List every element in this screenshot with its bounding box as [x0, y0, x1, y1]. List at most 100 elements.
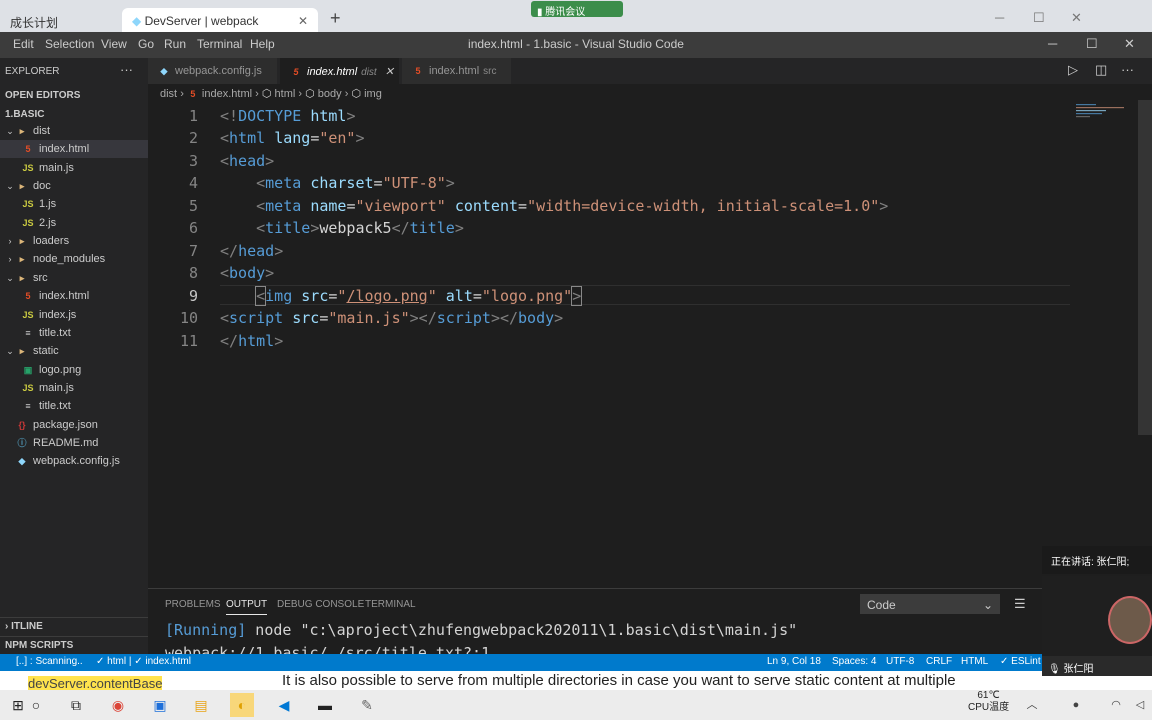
- photos-icon[interactable]: ▣: [148, 693, 172, 717]
- code-line[interactable]: <meta charset="UTF-8">: [220, 174, 455, 192]
- tab-output[interactable]: OUTPUT: [226, 599, 268, 615]
- tab-problems[interactable]: PROBLEMS: [165, 599, 221, 610]
- tab-debug-console[interactable]: DEBUG CONSOLE: [277, 599, 364, 610]
- breadcrumb-item[interactable]: index.html: [202, 88, 252, 100]
- more-actions-icon[interactable]: ···: [1121, 62, 1134, 77]
- output-channel-select[interactable]: Code ⌄: [860, 594, 1000, 614]
- tab-index-html-dist[interactable]: 5 index.html dist ✕: [280, 58, 400, 84]
- status-language[interactable]: HTML: [961, 656, 988, 667]
- chevron-down-icon: ⌄: [982, 598, 993, 612]
- maximize-icon[interactable]: ☐: [1033, 10, 1045, 26]
- tree-item[interactable]: ≡ title.txt: [0, 397, 148, 415]
- browser-tab-active[interactable]: ◆ DevServer | webpack ✕: [122, 8, 318, 32]
- tree-item[interactable]: JS main.js: [0, 379, 148, 397]
- new-tab-button[interactable]: +: [330, 8, 341, 29]
- tab-index-html-src[interactable]: 5 index.html src: [402, 58, 512, 84]
- tree-item[interactable]: JS index.js: [0, 306, 148, 324]
- tree-item[interactable]: ▣ logo.png: [0, 361, 148, 379]
- status-indentation[interactable]: Spaces: 4: [832, 656, 876, 667]
- menu-selection[interactable]: Selection: [45, 37, 94, 51]
- search-icon[interactable]: ○: [24, 693, 48, 717]
- status-html-check[interactable]: ✓ html | ✓ index.html: [96, 656, 191, 667]
- tree-item[interactable]: ⌄ ▸ doc: [0, 177, 148, 195]
- tree-item[interactable]: › ▸ loaders: [0, 232, 148, 250]
- file-explorer-icon[interactable]: ▤: [189, 693, 213, 717]
- status-eslint[interactable]: ✓ ESLint: [1000, 656, 1041, 667]
- code-line[interactable]: <img src="/logo.png" alt="logo.png">: [220, 286, 583, 306]
- menu-view[interactable]: View: [101, 37, 127, 51]
- minimap[interactable]: [1076, 104, 1132, 118]
- code-line[interactable]: <body>: [220, 264, 274, 282]
- markdown-file-icon: ⓘ: [17, 437, 27, 448]
- tree-item[interactable]: JS main.js: [0, 159, 148, 177]
- wifi-icon[interactable]: ◠: [1104, 693, 1128, 717]
- list-icon[interactable]: ☰: [1014, 596, 1026, 612]
- breadcrumb-item[interactable]: dist: [160, 88, 177, 100]
- more-actions-icon[interactable]: ···: [120, 62, 133, 77]
- element-icon: ⬡: [305, 88, 318, 100]
- tree-item[interactable]: ⓘ README.md: [0, 434, 148, 452]
- app-icon[interactable]: ◐: [230, 693, 254, 717]
- code-line[interactable]: <html lang="en">: [220, 129, 365, 147]
- background-text: devServer.contentBase: [28, 676, 163, 690]
- task-view-icon[interactable]: ⧉: [64, 693, 88, 717]
- close-icon[interactable]: ✕: [385, 66, 394, 78]
- browser-tab[interactable]: 成长计划: [0, 8, 120, 32]
- cpu-temperature[interactable]: 61℃ CPU温度: [968, 690, 1009, 714]
- menu-run[interactable]: Run: [164, 37, 186, 51]
- menu-help[interactable]: Help: [250, 37, 275, 51]
- menu-go[interactable]: Go: [138, 37, 154, 51]
- pen-icon[interactable]: ✎: [355, 693, 379, 717]
- split-editor-icon[interactable]: ◫: [1095, 62, 1107, 78]
- tree-item[interactable]: ◆ webpack.config.js: [0, 452, 148, 470]
- breadcrumb-item[interactable]: body: [318, 88, 342, 100]
- chevron-up-icon[interactable]: ︿: [1020, 693, 1044, 717]
- chrome-icon[interactable]: ◉: [106, 693, 130, 717]
- project-header[interactable]: 1.BASIC: [5, 109, 44, 120]
- menu-terminal[interactable]: Terminal: [197, 37, 242, 51]
- open-editors-header[interactable]: OPEN EDITORS: [5, 90, 80, 101]
- tree-item[interactable]: JS 1.js: [0, 195, 148, 213]
- menu-edit[interactable]: Edit: [13, 37, 34, 51]
- maximize-icon[interactable]: ☐: [1086, 36, 1098, 52]
- close-icon[interactable]: ✕: [1124, 36, 1135, 52]
- code-line[interactable]: </html>: [220, 332, 283, 350]
- status-scanning[interactable]: [..] : Scanning..: [16, 656, 83, 667]
- close-icon[interactable]: ✕: [1071, 10, 1082, 26]
- code-line[interactable]: <head>: [220, 152, 274, 170]
- editor-scrollbar[interactable]: [1138, 100, 1152, 435]
- microphone-icon: 🎙: [1048, 664, 1064, 675]
- code-line[interactable]: <meta name="viewport" content="width=dev…: [220, 197, 888, 215]
- code-line[interactable]: <!DOCTYPE html>: [220, 107, 355, 125]
- tab-terminal[interactable]: TERMINAL: [365, 599, 416, 610]
- status-encoding[interactable]: UTF-8: [886, 656, 914, 667]
- tree-item[interactable]: {} package.json: [0, 416, 148, 434]
- breadcrumb-item[interactable]: img: [364, 88, 382, 100]
- tree-item[interactable]: › ▸ node_modules: [0, 250, 148, 268]
- volume-icon[interactable]: ◁: [1128, 693, 1152, 717]
- minimize-icon[interactable]: ─: [995, 10, 1004, 25]
- code-line[interactable]: <script src="main.js"></script></body>: [220, 309, 563, 327]
- breadcrumb-item[interactable]: html: [275, 88, 296, 100]
- tree-item[interactable]: 5 index.html: [0, 287, 148, 305]
- tree-item[interactable]: JS 2.js: [0, 214, 148, 232]
- tree-item[interactable]: ⌄ ▸ src: [0, 269, 148, 287]
- minimize-icon[interactable]: ─: [1048, 36, 1057, 51]
- terminal-icon[interactable]: ▬: [313, 693, 337, 717]
- vscode-icon[interactable]: ◀: [272, 693, 296, 717]
- run-icon[interactable]: ▷: [1068, 62, 1078, 78]
- close-icon[interactable]: ✕: [298, 14, 308, 28]
- outline-section[interactable]: › ITLINE: [0, 617, 148, 635]
- status-eol[interactable]: CRLF: [926, 656, 952, 667]
- microphone-icon[interactable]: ●: [1064, 693, 1088, 717]
- tree-item[interactable]: 5 index.html: [0, 140, 148, 159]
- npm-scripts-section[interactable]: NPM SCRIPTS: [0, 636, 148, 654]
- meeting-badge[interactable]: ▮ 腾讯会议: [531, 1, 623, 18]
- status-cursor-position[interactable]: Ln 9, Col 18: [767, 656, 821, 667]
- code-line[interactable]: </head>: [220, 242, 283, 260]
- tree-item[interactable]: ≡ title.txt: [0, 324, 148, 342]
- tree-item[interactable]: ⌄ ▸ static: [0, 342, 148, 360]
- tree-item[interactable]: ⌄ ▸ dist: [0, 122, 148, 140]
- tab-webpack-config[interactable]: ◆ webpack.config.js: [148, 58, 278, 84]
- code-line[interactable]: <title>webpack5</title>: [220, 219, 464, 237]
